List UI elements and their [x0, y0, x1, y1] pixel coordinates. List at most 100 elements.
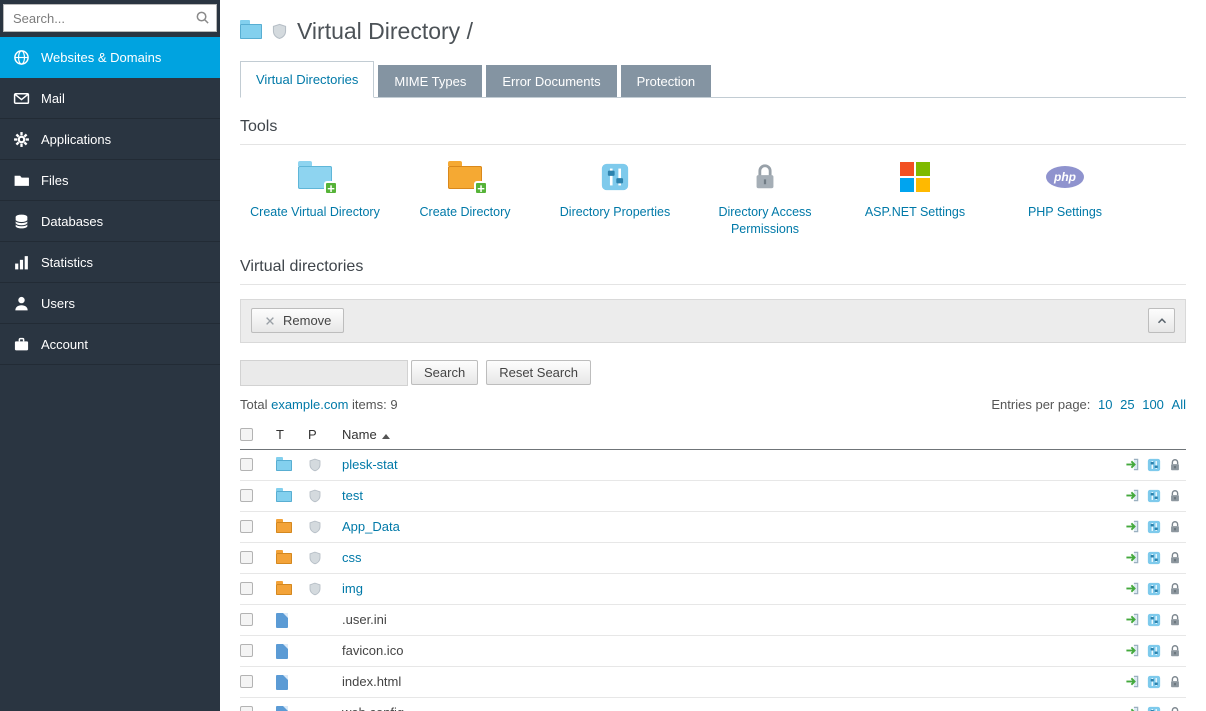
reset-search-button[interactable]: Reset Search — [486, 360, 591, 385]
open-icon[interactable] — [1125, 705, 1140, 711]
open-icon[interactable] — [1125, 674, 1140, 689]
total-prefix: Total — [240, 397, 267, 412]
list-search-input[interactable] — [240, 360, 408, 386]
column-name-sort[interactable]: Name — [334, 427, 1096, 442]
file-icon — [276, 706, 288, 711]
tab-mime-types[interactable]: MIME Types — [378, 65, 482, 97]
search-input[interactable] — [3, 4, 217, 32]
list-toolbar: Remove — [240, 299, 1186, 343]
page-size-25[interactable]: 25 — [1120, 397, 1134, 412]
properties-icon[interactable] — [1147, 613, 1161, 627]
properties-icon[interactable] — [1147, 644, 1161, 658]
permissions-icon[interactable] — [1168, 551, 1182, 565]
collapse-toolbar-button[interactable] — [1148, 308, 1175, 333]
aspnet-settings-button[interactable]: ASP.NET Settings — [840, 159, 990, 238]
open-icon[interactable] — [1125, 581, 1140, 596]
file-icon — [276, 613, 288, 628]
properties-icon[interactable] — [1147, 582, 1161, 596]
gear-icon — [13, 131, 30, 148]
row-checkbox[interactable] — [240, 675, 253, 688]
plus-icon: + — [324, 181, 338, 195]
virtual-directories-heading: Virtual directories — [240, 258, 1186, 276]
open-icon[interactable] — [1125, 643, 1140, 658]
permissions-icon[interactable] — [1168, 582, 1182, 596]
open-icon[interactable] — [1125, 519, 1140, 534]
properties-icon[interactable] — [1147, 551, 1161, 565]
open-icon[interactable] — [1125, 457, 1140, 472]
page-size-100[interactable]: 100 — [1142, 397, 1164, 412]
list-meta-top: Total example.com items: 9 Entries per p… — [240, 397, 1186, 412]
permissions-icon[interactable] — [1168, 489, 1182, 503]
page-size-all[interactable]: All — [1172, 397, 1186, 412]
row-checkbox[interactable] — [240, 582, 253, 595]
row-checkbox[interactable] — [240, 551, 253, 564]
open-icon[interactable] — [1125, 488, 1140, 503]
entries-per-page-label: Entries per page: — [991, 397, 1090, 412]
properties-icon[interactable] — [1147, 520, 1161, 534]
directory-link[interactable]: App_Data — [342, 519, 400, 534]
directory-link[interactable]: plesk-stat — [342, 457, 398, 472]
tool-label: PHP Settings — [990, 204, 1140, 221]
permissions-icon[interactable] — [1168, 613, 1182, 627]
sidebar-item-label: Files — [41, 173, 68, 188]
sidebar-item-websites-domains[interactable]: Websites & Domains — [0, 37, 220, 78]
directory-link[interactable]: test — [342, 488, 363, 503]
properties-icon[interactable] — [1147, 489, 1161, 503]
permissions-icon[interactable] — [1168, 675, 1182, 689]
user-icon — [13, 295, 30, 312]
row-checkbox[interactable] — [240, 458, 253, 471]
select-all-checkbox[interactable] — [240, 428, 253, 441]
sidebar: Websites & Domains Mail Applications Fil… — [0, 0, 220, 711]
tab-virtual-directories[interactable]: Virtual Directories — [240, 61, 374, 98]
open-icon[interactable] — [1125, 612, 1140, 627]
php-settings-icon: php — [1046, 166, 1084, 188]
properties-icon[interactable] — [1147, 675, 1161, 689]
sidebar-item-mail[interactable]: Mail — [0, 78, 220, 119]
tab-error-documents[interactable]: Error Documents — [486, 65, 616, 97]
file-name: web.config — [342, 705, 404, 711]
search-icon[interactable] — [195, 10, 210, 25]
tool-label: Directory Access Permissions — [690, 204, 840, 238]
create-directory-button[interactable]: + Create Directory — [390, 159, 540, 238]
sidebar-item-databases[interactable]: Databases — [0, 201, 220, 242]
sidebar-item-account[interactable]: Account — [0, 324, 220, 365]
sidebar-item-statistics[interactable]: Statistics — [0, 242, 220, 283]
domain-link[interactable]: example.com — [271, 397, 348, 412]
row-checkbox[interactable] — [240, 644, 253, 657]
page-size-10[interactable]: 10 — [1098, 397, 1112, 412]
search-button[interactable]: Search — [411, 360, 478, 385]
table-row: web.config — [240, 698, 1186, 711]
permissions-icon[interactable] — [1168, 520, 1182, 534]
page-header: Virtual Directory / — [240, 18, 1186, 45]
properties-icon[interactable] — [1147, 458, 1161, 472]
tools-row: + Create Virtual Directory + Create Dire… — [240, 159, 1186, 238]
open-icon[interactable] — [1125, 550, 1140, 565]
permissions-icon[interactable] — [1168, 458, 1182, 472]
directory-access-permissions-button[interactable]: Directory Access Permissions — [690, 159, 840, 238]
globe-icon — [13, 49, 30, 66]
directory-link[interactable]: css — [342, 550, 362, 565]
php-settings-button[interactable]: php PHP Settings — [990, 159, 1140, 238]
permissions-icon[interactable] — [1168, 706, 1182, 711]
sidebar-item-applications[interactable]: Applications — [0, 119, 220, 160]
create-virtual-directory-button[interactable]: + Create Virtual Directory — [240, 159, 390, 238]
directory-link[interactable]: img — [342, 581, 363, 596]
protection-shield-icon — [271, 23, 288, 40]
properties-icon[interactable] — [1147, 706, 1161, 711]
row-checkbox[interactable] — [240, 613, 253, 626]
row-checkbox[interactable] — [240, 489, 253, 502]
table-row: plesk-stat — [240, 450, 1186, 481]
permissions-icon[interactable] — [1168, 644, 1182, 658]
entries-per-page: Entries per page: 10 25 100 All — [991, 397, 1186, 412]
briefcase-icon — [13, 336, 30, 353]
tab-protection[interactable]: Protection — [621, 65, 712, 97]
row-checkbox[interactable] — [240, 520, 253, 533]
sidebar-item-users[interactable]: Users — [0, 283, 220, 324]
remove-button[interactable]: Remove — [251, 308, 344, 333]
sidebar-item-files[interactable]: Files — [0, 160, 220, 201]
table-row: .user.ini — [240, 605, 1186, 636]
protection-shield-icon — [308, 520, 322, 534]
row-checkbox[interactable] — [240, 706, 253, 711]
tools-section-head: Tools — [240, 118, 1186, 145]
directory-properties-button[interactable]: Directory Properties — [540, 159, 690, 238]
